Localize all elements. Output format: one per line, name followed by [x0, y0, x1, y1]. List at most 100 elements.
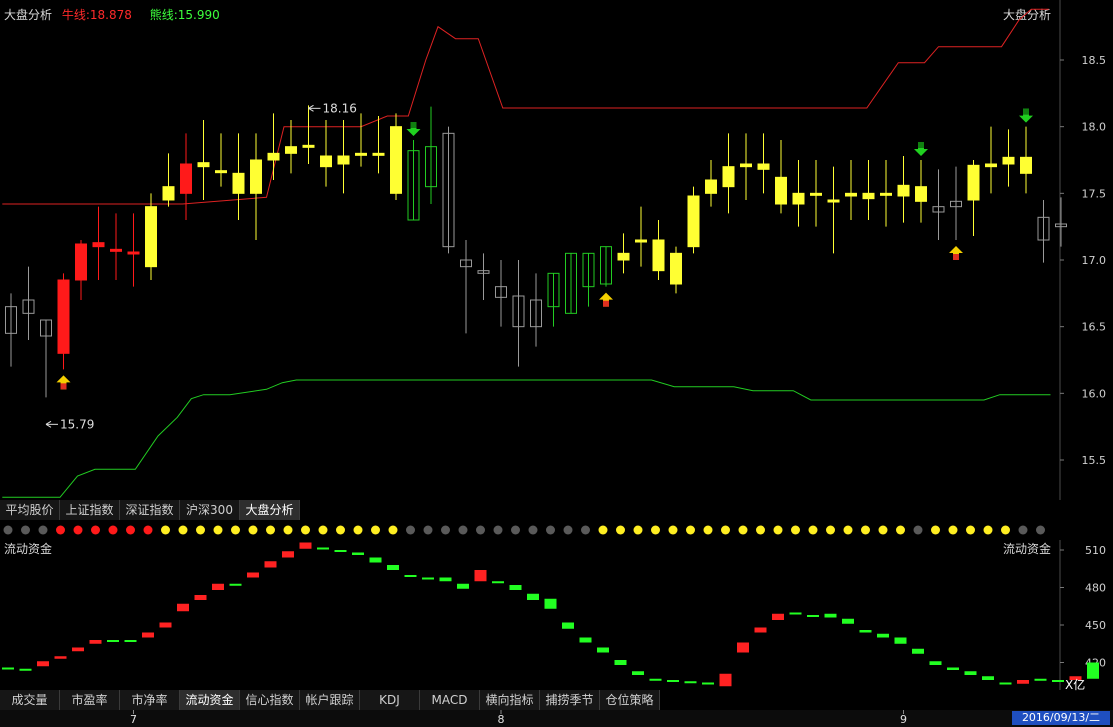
flow-bar	[352, 552, 364, 555]
candle	[932, 169, 945, 240]
main-tab-1[interactable]: 上证指数	[60, 500, 120, 520]
candle	[897, 156, 910, 223]
candle	[617, 233, 630, 274]
signal-dot	[931, 525, 940, 535]
indicator-tab-7[interactable]: MACD	[420, 690, 480, 710]
signal-dot	[668, 525, 678, 535]
candle	[827, 166, 840, 254]
candle-body	[810, 192, 822, 196]
flow-bar	[212, 583, 224, 590]
main-tab-2[interactable]: 深证指数	[120, 500, 180, 520]
candle	[145, 193, 157, 280]
signal-dot	[913, 525, 923, 535]
signal-dot	[126, 525, 135, 535]
date-tick-label: 7	[130, 713, 137, 726]
main-tab-3[interactable]: 沪深300	[180, 500, 240, 520]
signal-dot	[178, 525, 188, 535]
signal-dot	[56, 525, 65, 535]
buy-signal-arrow-icon	[949, 246, 963, 260]
candle-body	[740, 163, 752, 168]
indicator-tab-1[interactable]: 市盈率	[60, 690, 120, 710]
candle	[775, 140, 787, 214]
indicator-tab-2[interactable]: 市净率	[120, 690, 180, 710]
candle	[355, 113, 367, 167]
unit-label: X亿	[1065, 678, 1086, 692]
indicator-tab-0[interactable]: 成交量	[0, 690, 60, 710]
signal-dot	[703, 525, 713, 535]
candle	[600, 246, 612, 287]
signal-dot	[353, 525, 363, 535]
candle	[75, 240, 87, 300]
signal-dot	[791, 525, 800, 535]
flow-bar	[299, 542, 312, 549]
candle-body	[985, 163, 997, 168]
signal-dot	[283, 525, 293, 535]
candle-body	[1002, 156, 1015, 165]
candle-body	[880, 192, 892, 196]
indicator-tab-4[interactable]: 信心指数	[240, 690, 300, 710]
candle	[495, 260, 507, 327]
candle	[740, 133, 752, 200]
main-tab-0[interactable]: 平均股价	[0, 500, 60, 520]
signal-dot	[598, 525, 608, 535]
main-tab-bar: 平均股价 上证指数 深证指数 沪深300 大盘分析	[0, 500, 300, 520]
candle	[565, 252, 577, 314]
flow-bar	[754, 627, 767, 633]
signal-dot	[1036, 525, 1045, 535]
candle-body	[180, 163, 192, 194]
flow-bar	[789, 612, 802, 615]
flow-bar	[177, 603, 189, 612]
indicator-tab-6[interactable]: KDJ	[360, 690, 420, 710]
flow-bar	[1017, 680, 1029, 684]
flow-bar	[667, 680, 679, 682]
main-tab-4[interactable]: 大盘分析	[240, 500, 300, 520]
candle-body	[57, 279, 70, 354]
candle	[1055, 197, 1067, 247]
candle	[162, 153, 175, 207]
indicator-tab-bar: 成交量 市盈率 市净率 流动资金 信心指数 帐户跟踪 KDJ MACD 横向指标 捕捞季节 仓位策略	[0, 690, 660, 710]
candle-body	[127, 251, 140, 255]
indicator-tab-3[interactable]: 流动资金	[180, 690, 240, 710]
flow-bar	[387, 565, 399, 570]
flow-bar	[982, 676, 994, 680]
y-tick-label: 16.5	[1082, 321, 1107, 334]
signal-dot	[1001, 525, 1010, 535]
flow-bar	[457, 583, 469, 589]
signal-dot	[108, 525, 118, 535]
flow-bar	[719, 673, 732, 687]
signal-dot	[511, 525, 520, 535]
candle-body	[915, 186, 927, 202]
flow-bar	[492, 581, 504, 584]
signal-dot-row	[3, 525, 1045, 535]
indicator-tab-9[interactable]: 捕捞季节	[540, 690, 600, 710]
candle-body	[827, 199, 840, 203]
bear-line	[2, 379, 1051, 498]
candle-body	[757, 163, 770, 170]
candle-body	[845, 192, 857, 197]
candle	[57, 273, 70, 370]
signal-dot	[423, 525, 433, 535]
flow-bar	[107, 640, 119, 642]
flow-bar	[2, 667, 14, 670]
buy-signal-arrow-icon	[599, 292, 613, 307]
candle-body	[687, 195, 700, 248]
flow-bar	[509, 585, 522, 590]
candle	[687, 186, 700, 254]
indicator-tab-10[interactable]: 仓位策略	[600, 690, 660, 710]
signal-dot	[651, 525, 660, 535]
signal-dot	[878, 525, 888, 535]
flow-bar	[247, 572, 259, 578]
date-tick-label: 9	[900, 713, 907, 726]
bull-line	[2, 8, 1049, 205]
flow-bar	[614, 660, 627, 665]
flow-bar	[772, 613, 784, 620]
flow-bar	[912, 648, 924, 654]
candle-body	[722, 166, 735, 188]
indicator-tab-8[interactable]: 横向指标	[480, 690, 540, 710]
candle	[442, 126, 455, 254]
candle	[652, 220, 665, 280]
indicator-tab-5[interactable]: 帐户跟踪	[300, 690, 360, 710]
liquidity-bar-chart[interactable]: 420450480510	[0, 540, 1113, 690]
candle	[530, 273, 542, 347]
main-candlestick-chart[interactable]: 15.5 16.0 16.5 17.0 17.5 18.0 18.5 15.79 18.16	[0, 0, 1113, 500]
